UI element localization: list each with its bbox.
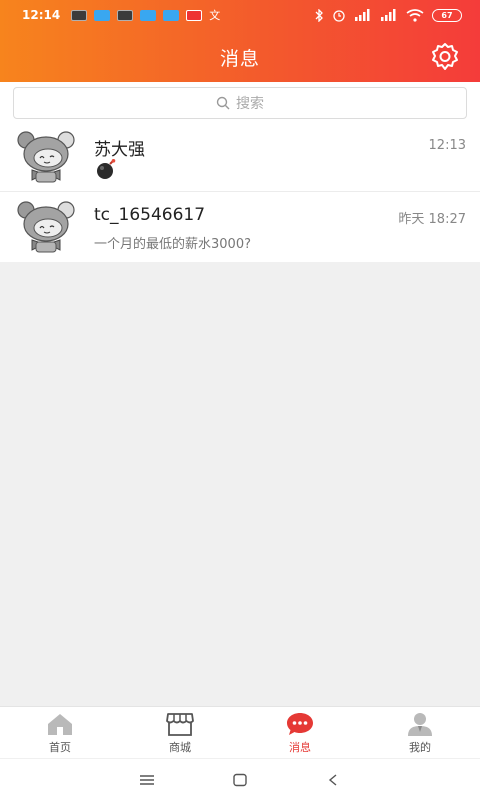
- system-navigation-bar: [0, 758, 480, 800]
- search-placeholder: 搜索: [236, 96, 264, 112]
- app-notification-icon: [140, 9, 157, 21]
- tab-home[interactable]: 首页: [0, 707, 120, 758]
- tab-store[interactable]: 商城: [120, 707, 240, 758]
- search-icon: [216, 96, 230, 110]
- message-time: 昨天 18:27: [398, 212, 466, 227]
- text-notification-icon: 文: [209, 9, 221, 22]
- user-icon: [408, 712, 432, 736]
- header: 12:14 文 67 消息: [0, 0, 480, 82]
- search-bar-container: 搜索: [0, 82, 480, 122]
- tab-profile[interactable]: 我的: [360, 707, 480, 758]
- store-icon: [166, 712, 194, 736]
- tab-label: 消息: [289, 740, 311, 754]
- menu-nav-button[interactable]: [132, 765, 162, 795]
- home-square-icon: [233, 773, 247, 786]
- avatar: [17, 131, 75, 183]
- tab-messages[interactable]: 消息: [240, 707, 360, 758]
- conversation-item[interactable]: 苏大强 12:13: [0, 122, 480, 192]
- search-input[interactable]: 搜索: [13, 87, 467, 119]
- home-icon: [48, 713, 72, 735]
- message-icon: [287, 712, 313, 735]
- battery-icon: 67: [432, 8, 462, 22]
- message-preview: 一个月的最低的薪水3000?: [94, 237, 251, 252]
- alarm-icon: [333, 10, 345, 22]
- bird-notification-icon: [163, 9, 180, 21]
- home-nav-button[interactable]: [225, 765, 255, 795]
- bluetooth-icon: [315, 8, 323, 22]
- tab-label: 我的: [409, 740, 431, 754]
- signal-icon-2: [381, 9, 396, 21]
- menu-icon: [139, 774, 154, 785]
- contact-name: 苏大强: [94, 140, 145, 160]
- contact-name: tc_16546617: [94, 205, 206, 225]
- wifi-icon: [406, 8, 424, 22]
- tab-label: 商城: [169, 740, 191, 754]
- red-app-notification-icon: [186, 9, 203, 21]
- qq-notification-icon: [94, 9, 111, 21]
- chat-notification-icon: [117, 9, 134, 21]
- message-notification-icon: [71, 9, 88, 21]
- conversation-item[interactable]: tc_16546617 昨天 18:27 一个月的最低的薪水3000?: [0, 192, 480, 262]
- back-nav-button[interactable]: [318, 765, 348, 795]
- status-bar: 12:14 文 67: [0, 0, 480, 30]
- back-chevron-icon: [329, 773, 337, 786]
- tab-label: 首页: [49, 740, 71, 754]
- message-time: 12:13: [428, 138, 466, 153]
- bomb-emoji-icon: [97, 159, 116, 179]
- settings-gear-icon[interactable]: [428, 40, 462, 74]
- signal-icon-1: [355, 9, 370, 21]
- bottom-tab-bar: 首页 商城 消息 我的: [0, 706, 480, 758]
- conversation-list: 苏大强 12:13 tc_16546617 昨天 18:27 一个月的最低的薪水…: [0, 122, 480, 262]
- page-title: 消息: [219, 48, 260, 70]
- avatar: [17, 201, 75, 253]
- status-time: 12:14: [22, 8, 61, 22]
